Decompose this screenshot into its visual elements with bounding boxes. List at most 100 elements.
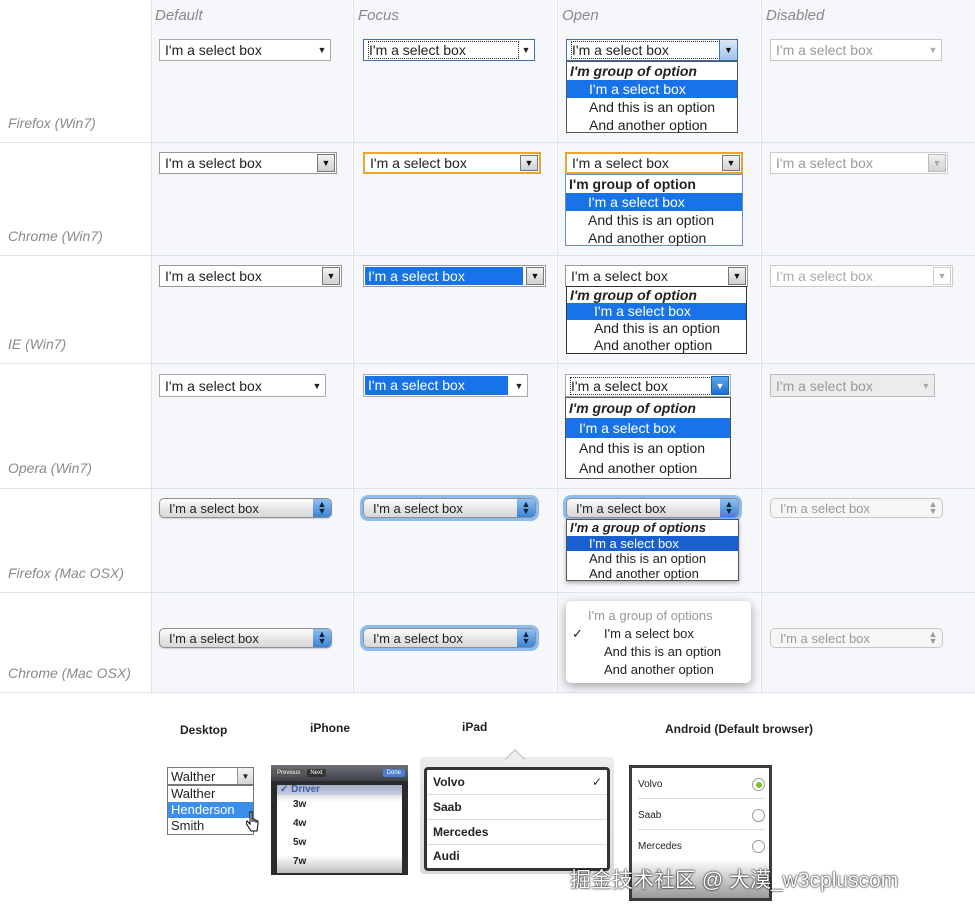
select-firefox-mac-default[interactable]: I'm a select box ▲ ▼ bbox=[159, 498, 332, 518]
select-opera-focus[interactable]: I'm a select box ▼ bbox=[363, 374, 528, 397]
select-chrome-open[interactable]: I'm a select box ▼ bbox=[565, 152, 743, 174]
select-firefox-open[interactable]: I'm a select box ▼ bbox=[566, 39, 738, 61]
option[interactable]: And this is an option bbox=[567, 320, 746, 337]
divider bbox=[761, 0, 762, 692]
dropdown-list-ie: I'm group of option I'm a select box And… bbox=[566, 286, 747, 354]
list-item[interactable]: Volvo bbox=[638, 778, 765, 791]
option[interactable]: And this is an option bbox=[566, 643, 751, 661]
select-firefox-mac-open[interactable]: I'm a select box ▲ ▼ bbox=[566, 498, 739, 518]
col-bg-default bbox=[152, 0, 352, 692]
option-selected[interactable]: I'm a select box bbox=[567, 80, 737, 98]
android-title: Android (Default browser) bbox=[665, 722, 814, 736]
picker-item: 4w bbox=[293, 818, 307, 829]
select-ie-focus[interactable]: I'm a select box ▼ bbox=[363, 265, 546, 287]
option[interactable]: And another option bbox=[567, 116, 737, 134]
column-header-open: Open bbox=[562, 7, 599, 24]
option[interactable]: And another option bbox=[566, 458, 730, 478]
ipad-title: iPad bbox=[462, 720, 488, 734]
select-chrome-mac-disabled: I'm a select box ▲ ▼ bbox=[770, 628, 943, 648]
option[interactable]: And another option bbox=[566, 229, 742, 247]
option[interactable]: And another option bbox=[567, 566, 738, 581]
radio-icon bbox=[752, 809, 765, 822]
list-item[interactable]: Mercedes bbox=[638, 840, 765, 853]
list-item[interactable]: Mercedes bbox=[427, 820, 607, 845]
mouse-cursor-icon bbox=[246, 811, 259, 832]
list-item[interactable]: Volvo ✓ bbox=[427, 770, 607, 795]
select-firefox-mac-focus[interactable]: I'm a select box ▲ ▼ bbox=[363, 498, 536, 518]
picker-item: 3w bbox=[293, 799, 307, 810]
divider bbox=[0, 592, 975, 593]
dropdown-list-opera: I'm group of option I'm a select box And… bbox=[565, 397, 731, 479]
iphone-toolbar: Previous Next Done bbox=[271, 765, 408, 781]
select-chrome-focus[interactable]: I'm a select box ▼ bbox=[363, 152, 541, 174]
option-selected[interactable]: I'm a select box bbox=[566, 418, 730, 438]
option[interactable]: Smith bbox=[168, 818, 253, 834]
done-button[interactable]: Done bbox=[382, 769, 405, 777]
option[interactable]: And this is an option bbox=[567, 98, 737, 116]
picker-item-selected: ✓ Driver bbox=[277, 785, 402, 795]
select-ie-disabled: I'm a select box ▼ bbox=[770, 265, 953, 287]
row-label-firefox-mac: Firefox (Mac OSX) bbox=[8, 565, 124, 581]
list-item[interactable]: Saab bbox=[638, 809, 765, 822]
option-selected[interactable]: I'm a select box bbox=[566, 193, 742, 211]
option[interactable]: Walther bbox=[168, 786, 253, 802]
divider bbox=[0, 142, 975, 143]
row-label-opera-win7: Opera (Win7) bbox=[8, 460, 92, 476]
option-highlighted[interactable]: Henderson bbox=[168, 802, 253, 818]
option[interactable]: And this is an option bbox=[566, 211, 742, 229]
option[interactable]: And another option bbox=[567, 337, 746, 353]
select-opera-default[interactable]: I'm a select box ▼ bbox=[159, 374, 326, 397]
chevron-down-icon: ▼ bbox=[728, 267, 746, 285]
select-firefox-focus[interactable]: I'm a select box ▼ bbox=[363, 39, 535, 61]
select-ie-open[interactable]: I'm a select box ▼ bbox=[565, 265, 748, 287]
select-firefox-mac-disabled: I'm a select box ▲ ▼ bbox=[770, 498, 943, 518]
option[interactable]: And another option bbox=[566, 661, 751, 679]
chevron-down-icon: ▼ bbox=[312, 380, 322, 391]
select-ie-default[interactable]: I'm a select box ▼ bbox=[159, 265, 342, 287]
desktop-select[interactable]: Walther ▼ bbox=[167, 767, 254, 785]
divider bbox=[353, 0, 354, 692]
next-button[interactable]: Next bbox=[307, 769, 326, 777]
divider bbox=[0, 488, 975, 489]
option[interactable]: And this is an option bbox=[566, 438, 730, 458]
chevron-down-icon: ▼ bbox=[317, 154, 335, 172]
chevron-down-icon: ▼ bbox=[928, 154, 946, 172]
list-item[interactable]: Saab bbox=[427, 795, 607, 820]
updown-arrows-icon: ▲ ▼ bbox=[313, 499, 331, 517]
radio-selected-icon bbox=[752, 778, 765, 791]
updown-arrows-icon: ▲ ▼ bbox=[517, 499, 535, 517]
chevron-down-icon: ▼ bbox=[928, 45, 938, 55]
chevron-down-icon: ▼ bbox=[520, 155, 538, 171]
desktop-dropdown-list: Walther Henderson Smith bbox=[167, 785, 254, 835]
desktop-title: Desktop bbox=[180, 723, 228, 737]
chevron-down-icon: ▼ bbox=[521, 45, 531, 55]
row-label-firefox-win7: Firefox (Win7) bbox=[8, 115, 96, 131]
checkmark-icon: ✓ bbox=[591, 775, 602, 789]
option[interactable]: And this is an option bbox=[567, 551, 738, 566]
updown-arrows-icon: ▲ ▼ bbox=[720, 499, 738, 517]
column-header-default: Default bbox=[155, 7, 203, 24]
chevron-down-icon: ▼ bbox=[711, 376, 729, 395]
watermark: 掘金技术社区 @ 大漠_w3cpluscom bbox=[570, 869, 899, 892]
select-chrome-mac-focus[interactable]: I'm a select box ▲ ▼ bbox=[363, 628, 536, 648]
option-selected[interactable]: I'm a select box bbox=[567, 303, 746, 320]
option-selected[interactable]: I'm a select box bbox=[567, 536, 738, 551]
select-opera-open[interactable]: I'm a select box ▼ bbox=[565, 374, 731, 397]
chevron-down-icon: ▼ bbox=[722, 155, 740, 171]
chevron-down-icon: ▼ bbox=[322, 267, 340, 285]
divider bbox=[0, 363, 975, 364]
option-selected[interactable]: ✓ I'm a select box bbox=[566, 625, 751, 643]
dropdown-list-firefox: I'm group of option I'm a select box And… bbox=[566, 61, 738, 133]
select-chrome-mac-default[interactable]: I'm a select box ▲ ▼ bbox=[159, 628, 332, 648]
dropdown-menu-chrome-mac: I'm a group of options ✓ I'm a select box… bbox=[566, 601, 751, 683]
select-opera-disabled: I'm a select box ▼ bbox=[770, 374, 935, 397]
select-firefox-default[interactable]: I'm a select box ▼ bbox=[159, 39, 331, 61]
iphone-picker-wheel[interactable]: ✓ Driver 3w 4w 5w 7w bbox=[277, 785, 402, 873]
chevron-down-icon: ▼ bbox=[514, 380, 524, 391]
column-header-disabled: Disabled bbox=[766, 7, 825, 24]
previous-button[interactable]: Previous bbox=[274, 769, 304, 777]
col-bg-disabled bbox=[762, 0, 975, 692]
select-chrome-default[interactable]: I'm a select box ▼ bbox=[159, 152, 337, 174]
checkmark-icon: ✓ bbox=[572, 626, 583, 641]
row-label-ie-win7: IE (Win7) bbox=[8, 336, 67, 352]
